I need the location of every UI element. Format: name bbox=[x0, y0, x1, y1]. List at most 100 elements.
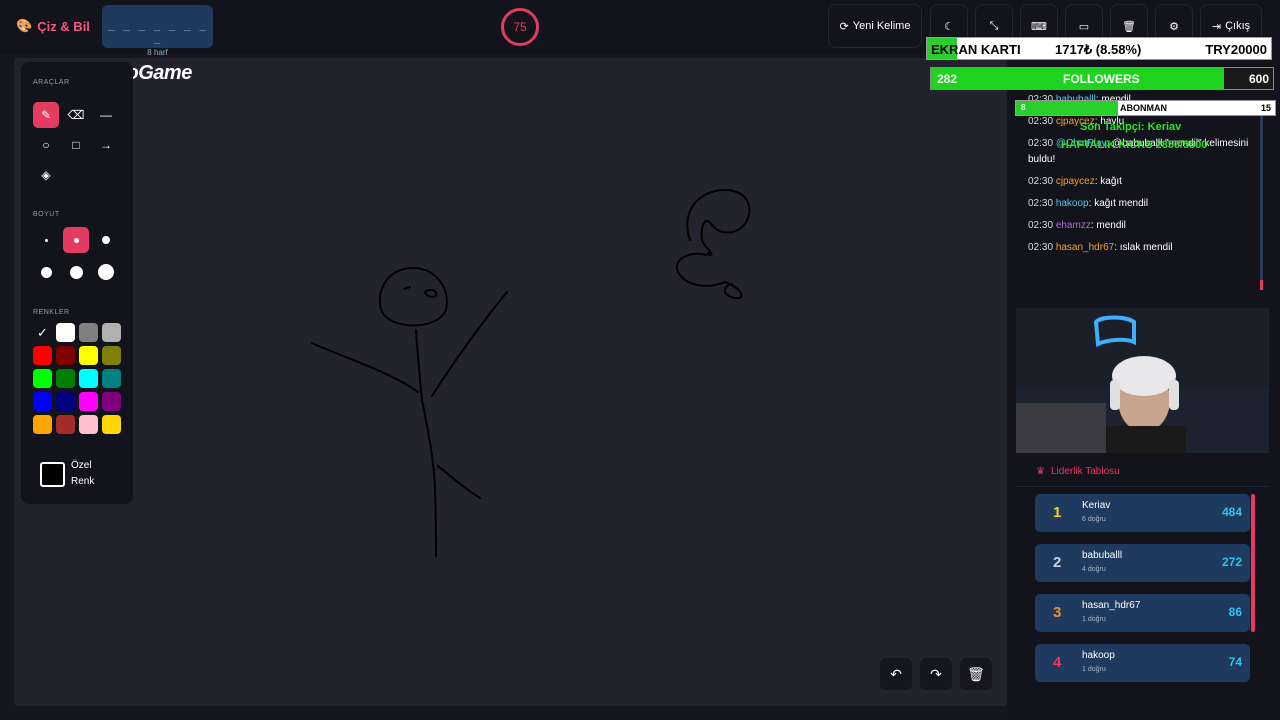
redo-button[interactable]: ↷ bbox=[920, 658, 952, 690]
leaderboard-rank: 1 bbox=[1053, 504, 1062, 521]
circle-tool[interactable]: ○ bbox=[33, 132, 59, 158]
leaderboard-name: babuballl bbox=[1082, 550, 1123, 561]
figure-arm-left bbox=[311, 342, 419, 393]
word-hint-box: _ _ _ _ _ _ _ _ 8 harf bbox=[102, 5, 213, 57]
trash-icon: 🗑 bbox=[1122, 20, 1136, 33]
chat-text: mendil bbox=[1096, 220, 1126, 231]
new-word-label: Yeni Kelime bbox=[852, 20, 911, 32]
leaderboard-scrollbar[interactable] bbox=[1251, 494, 1255, 632]
webcam-image bbox=[1016, 308, 1269, 453]
gpu-goal-bar: EKRAN KARTI 1717₺ (8.58%) TRY20000 bbox=[926, 37, 1272, 60]
weekly-kicks: HAFTALIK KICKS 2850/5500 bbox=[1061, 139, 1208, 151]
size-4[interactable] bbox=[33, 259, 59, 285]
chat-user[interactable]: cjpaycez bbox=[1056, 176, 1095, 187]
palette-icon: 🎨 bbox=[16, 18, 33, 33]
leaderboard-row[interactable]: 3 hasan_hdr67 1 doğru 86 bbox=[1035, 594, 1250, 632]
custom-color-button[interactable]: Özel Renk bbox=[40, 452, 122, 496]
chat-text: kağıt bbox=[1100, 176, 1122, 187]
gpu-goal-value: 1717₺ (8.58%) bbox=[1055, 42, 1142, 57]
clear-canvas-button[interactable]: 🗑 bbox=[960, 658, 992, 690]
color-swatch[interactable] bbox=[56, 323, 75, 342]
color-swatch[interactable] bbox=[56, 346, 75, 365]
leaderboard-row[interactable]: 2 babuballl 4 doğru 272 bbox=[1035, 544, 1250, 582]
size-section-label: BOYUT bbox=[33, 211, 60, 218]
subs-goal-fill bbox=[1016, 101, 1118, 115]
arrow-right-icon: → bbox=[100, 138, 112, 152]
size-3[interactable] bbox=[93, 227, 119, 253]
figure-eye bbox=[424, 288, 438, 298]
moon-icon: ☾ bbox=[944, 20, 954, 33]
color-swatch[interactable] bbox=[33, 346, 52, 365]
leaderboard-correct-count: 1 doğru bbox=[1082, 616, 1106, 623]
size-5[interactable] bbox=[63, 259, 89, 285]
square-icon: □ bbox=[72, 138, 80, 152]
color-swatch[interactable] bbox=[33, 369, 52, 388]
brush-icon: ✎ bbox=[40, 108, 52, 122]
color-swatch[interactable] bbox=[79, 346, 98, 365]
line-icon: — bbox=[100, 108, 112, 122]
new-word-button[interactable]: ⟳ Yeni Kelime bbox=[828, 4, 922, 48]
subs-goal-bar: 8 ABONMAN 15 bbox=[1015, 100, 1276, 116]
trash-icon: 🗑 bbox=[967, 665, 985, 682]
chat-scrollbar[interactable] bbox=[1260, 100, 1263, 290]
colors-section-label: RENKLER bbox=[33, 309, 70, 316]
rectangle-tool[interactable]: □ bbox=[63, 132, 89, 158]
color-swatch[interactable] bbox=[79, 415, 98, 434]
color-swatch[interactable] bbox=[56, 415, 75, 434]
timer-value: 75 bbox=[513, 20, 527, 34]
chat-time: 02:30 bbox=[1028, 198, 1054, 209]
color-swatch[interactable] bbox=[102, 346, 121, 365]
leaderboard-correct-count: 1 doğru bbox=[1082, 666, 1106, 673]
color-swatch[interactable] bbox=[56, 392, 75, 411]
chat-time: 02:30 bbox=[1028, 116, 1054, 127]
round-timer: 75 bbox=[501, 8, 539, 46]
size-1[interactable] bbox=[33, 227, 59, 253]
archive-icon: ▭ bbox=[1078, 20, 1090, 33]
color-swatch[interactable] bbox=[79, 323, 98, 342]
color-black[interactable]: ✓ bbox=[33, 323, 52, 342]
chat-user[interactable]: hakoop bbox=[1056, 198, 1089, 209]
leaderboard-row[interactable]: 1 Keriav 6 doğru 484 bbox=[1035, 494, 1250, 532]
color-swatch[interactable] bbox=[33, 415, 52, 434]
gpu-goal-target: TRY20000 bbox=[1205, 42, 1267, 57]
leaderboard-points: 272 bbox=[1221, 555, 1242, 569]
question-mark bbox=[675, 189, 751, 300]
chat-messages: 02:30 babuballl: mendil02:30 cjpaycez: h… bbox=[1028, 92, 1258, 256]
brush-tool[interactable]: ✎ bbox=[33, 102, 59, 128]
custom-color-label-2: Renk bbox=[71, 476, 95, 487]
followers-label: FOLLOWERS bbox=[1063, 72, 1140, 86]
color-swatch[interactable] bbox=[79, 369, 98, 388]
figure-eye bbox=[403, 286, 411, 290]
subs-goal: 15 bbox=[1260, 103, 1271, 113]
undo-button[interactable]: ↶ bbox=[880, 658, 912, 690]
fill-bucket-icon: ◈ bbox=[41, 168, 51, 182]
color-swatch[interactable] bbox=[102, 392, 121, 411]
chat-message: 02:30 hasan_hdr67: ıslak mendil bbox=[1028, 242, 1173, 253]
check-icon: ✓ bbox=[37, 325, 48, 340]
chat-time: 02:30 bbox=[1028, 176, 1054, 187]
color-swatch[interactable] bbox=[102, 369, 121, 388]
line-tool[interactable]: — bbox=[93, 102, 119, 128]
arrow-tool[interactable]: → bbox=[93, 132, 119, 158]
followers-goal-bar: 282 FOLLOWERS 600 bbox=[930, 67, 1274, 90]
color-swatch[interactable] bbox=[79, 392, 98, 411]
chat-user[interactable]: ehamzz bbox=[1056, 220, 1091, 231]
refresh-icon: ⟳ bbox=[839, 20, 849, 33]
tools-section-label: ARAÇLAR bbox=[33, 79, 70, 86]
color-swatch[interactable] bbox=[33, 392, 52, 411]
drawing-canvas[interactable] bbox=[14, 58, 1007, 706]
color-swatch[interactable] bbox=[102, 323, 121, 342]
chat-time: 02:30 bbox=[1028, 220, 1054, 231]
eraser-tool[interactable]: ⌫ bbox=[63, 102, 89, 128]
fill-tool[interactable]: ◈ bbox=[33, 162, 59, 188]
custom-color-label-1: Özel bbox=[71, 460, 92, 471]
chat-user[interactable]: hasan_hdr67 bbox=[1056, 242, 1114, 253]
size-6[interactable] bbox=[93, 259, 119, 285]
color-swatch[interactable] bbox=[102, 415, 121, 434]
leaderboard-points: 86 bbox=[1228, 605, 1242, 619]
size-2[interactable] bbox=[63, 227, 89, 253]
crown-icon: ♛ bbox=[1036, 466, 1045, 477]
color-swatch[interactable] bbox=[56, 369, 75, 388]
leaderboard-row[interactable]: 4 hakoop 1 doğru 74 bbox=[1035, 644, 1250, 682]
circle-icon: ○ bbox=[42, 138, 50, 152]
